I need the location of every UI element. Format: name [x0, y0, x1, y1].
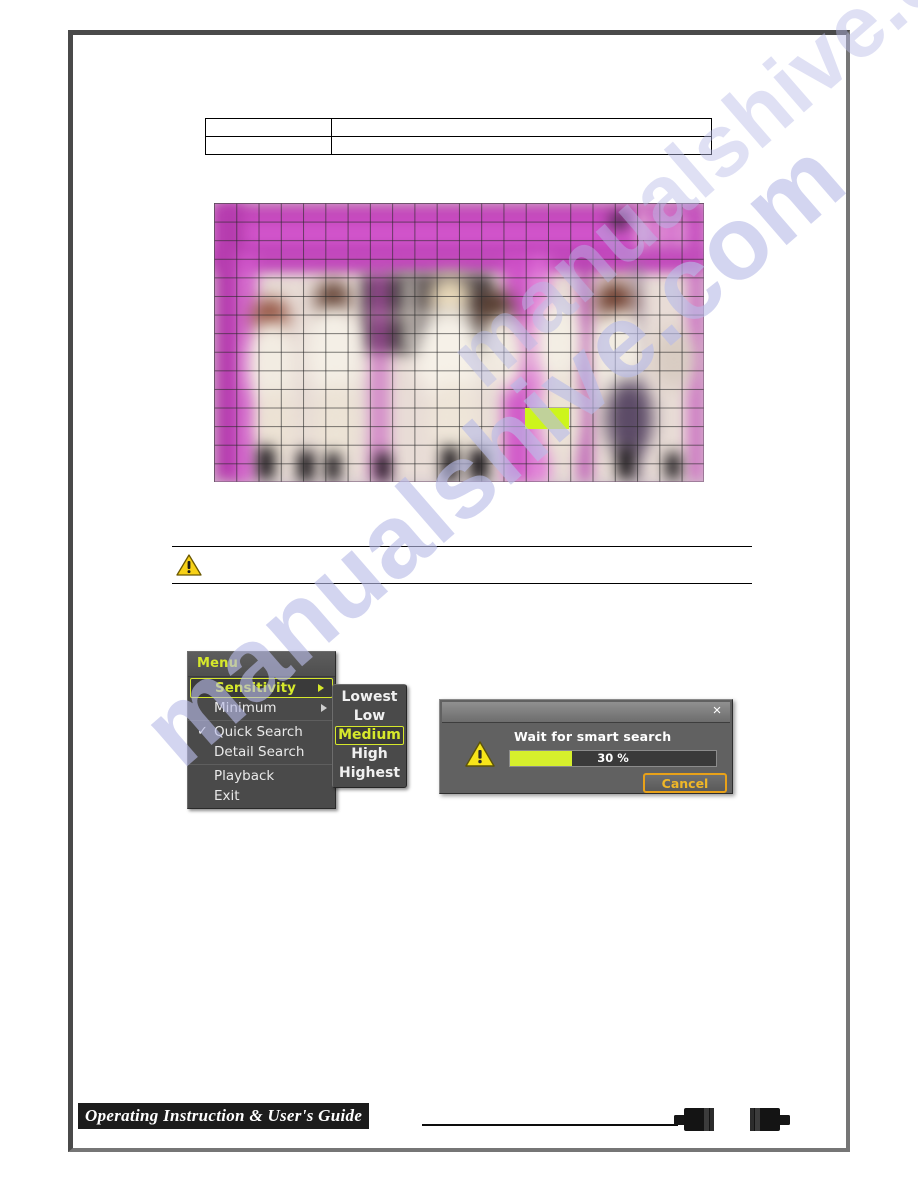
- menu-item-detail-search[interactable]: Detail Search: [188, 742, 335, 762]
- menu-item-label: Exit: [214, 788, 240, 804]
- motion-detection-grid[interactable]: [214, 203, 704, 482]
- submenu-item-high[interactable]: High: [333, 745, 406, 764]
- spec-table-body: [204, 118, 712, 155]
- footer-rule: [422, 1124, 678, 1126]
- dialog-body: Wait for smart search 30 % Cancel: [440, 723, 732, 793]
- dialog-titlebar: ×: [442, 702, 730, 723]
- menu-item-exit[interactable]: Exit: [188, 786, 335, 806]
- footer-title: Operating Instruction & User's Guide: [78, 1103, 370, 1129]
- page-border-frame: [68, 30, 850, 1152]
- menu-item-quick-search[interactable]: ✓ Quick Search: [188, 722, 335, 742]
- submenu-item-medium[interactable]: Medium: [335, 726, 404, 745]
- menu-item-label: Quick Search: [214, 724, 303, 740]
- table-cell-label: [204, 118, 333, 137]
- note-block: [172, 546, 752, 584]
- note-body: [172, 547, 752, 583]
- osd-menu-group: Sensitivity Minimum: [188, 677, 335, 720]
- spec-table: [204, 118, 712, 155]
- page-footer: Operating Instruction & User's Guide: [78, 1103, 838, 1137]
- warning-triangle-icon: [465, 741, 495, 767]
- page-content-area: [73, 35, 846, 1148]
- osd-menu-group: Playback Exit: [188, 764, 335, 808]
- submenu-item-lowest[interactable]: Lowest: [333, 688, 406, 707]
- table-cell-label: [204, 136, 333, 155]
- menu-item-minimum[interactable]: Minimum: [188, 698, 335, 718]
- osd-menu-title: Menu: [188, 652, 335, 677]
- table-row: [204, 118, 712, 137]
- smart-search-progress-dialog: × Wait for smart search 30 % Cancel: [439, 699, 733, 794]
- table-row: [204, 136, 712, 155]
- submenu-arrow-icon: [321, 704, 327, 712]
- camera-icon: [750, 1108, 790, 1131]
- menu-item-label: Playback: [214, 768, 275, 784]
- motion-grid-active-cell[interactable]: [525, 408, 569, 429]
- dialog-message: Wait for smart search: [514, 729, 672, 744]
- menu-item-label: Sensitivity: [215, 680, 296, 696]
- camera-icon: [674, 1108, 714, 1131]
- menu-item-playback[interactable]: Playback: [188, 766, 335, 786]
- sensitivity-submenu[interactable]: Lowest Low Medium High Highest: [332, 684, 407, 788]
- cancel-button[interactable]: Cancel: [643, 773, 727, 793]
- submenu-item-highest[interactable]: Highest: [333, 764, 406, 783]
- close-icon[interactable]: ×: [709, 703, 725, 719]
- submenu-item-low[interactable]: Low: [333, 707, 406, 726]
- submenu-arrow-icon: [318, 684, 324, 692]
- menu-item-sensitivity[interactable]: Sensitivity: [190, 678, 333, 698]
- table-cell-value: [331, 136, 712, 155]
- warning-triangle-icon: [176, 554, 202, 576]
- menu-item-label: Detail Search: [214, 744, 305, 760]
- progress-bar: 30 %: [509, 750, 717, 767]
- osd-menu-group: ✓ Quick Search Detail Search: [188, 720, 335, 764]
- checkmark-icon: ✓: [197, 724, 208, 739]
- progress-bar-label: 30 %: [597, 751, 629, 765]
- note-rule-bottom: [172, 583, 752, 584]
- osd-menu[interactable]: Menu Sensitivity Minimum ✓ Quick Search …: [187, 651, 336, 809]
- menu-item-label: Minimum: [214, 700, 277, 716]
- table-cell-value: [331, 118, 712, 137]
- video-preview[interactable]: [214, 203, 704, 482]
